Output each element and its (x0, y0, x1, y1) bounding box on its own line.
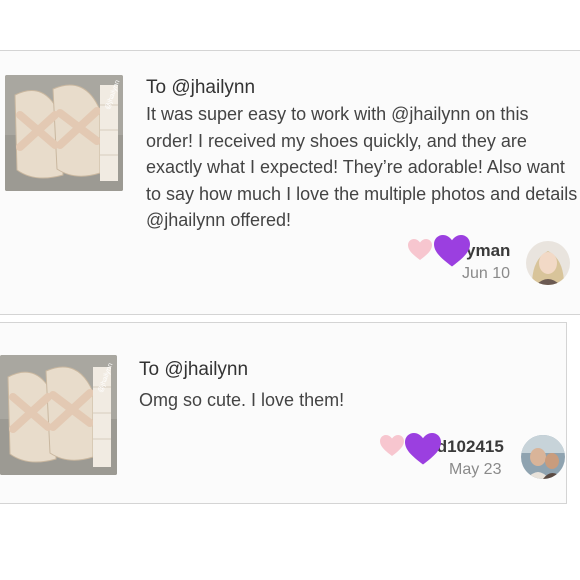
listing-photo[interactable]: @jhailynn (0, 355, 117, 475)
listing-photo[interactable]: @jhailynn (5, 75, 123, 191)
review-recipient[interactable]: To @jhailynn (139, 359, 248, 381)
reviewer-username[interactable]: id102415 (432, 437, 504, 457)
reviewer-avatar[interactable] (521, 435, 565, 479)
review-card: @jhailynn To @jhailynn It was super easy… (0, 50, 580, 315)
review-date: Jun 10 (462, 265, 511, 282)
purple-heart-emoji-icon (434, 235, 470, 267)
sandals-image: @jhailynn (5, 75, 123, 191)
reviewer-avatar[interactable] (526, 241, 570, 285)
review-card: @jhailynn To @jhailynn Omg so cute. I lo… (0, 322, 567, 504)
review-text: It was super easy to work with @jhailynn… (146, 104, 578, 230)
review-text: Omg so cute. I love them! (139, 390, 345, 410)
reviewer-username[interactable]: yman (466, 241, 510, 261)
review-recipient[interactable]: To @jhailynn (146, 77, 255, 99)
like-heart-icon[interactable] (408, 239, 432, 261)
purple-heart-emoji-icon (405, 433, 441, 465)
like-heart-icon[interactable] (380, 435, 404, 457)
sandals-image: @jhailynn (0, 355, 117, 475)
review-date: May 23 (449, 461, 502, 478)
